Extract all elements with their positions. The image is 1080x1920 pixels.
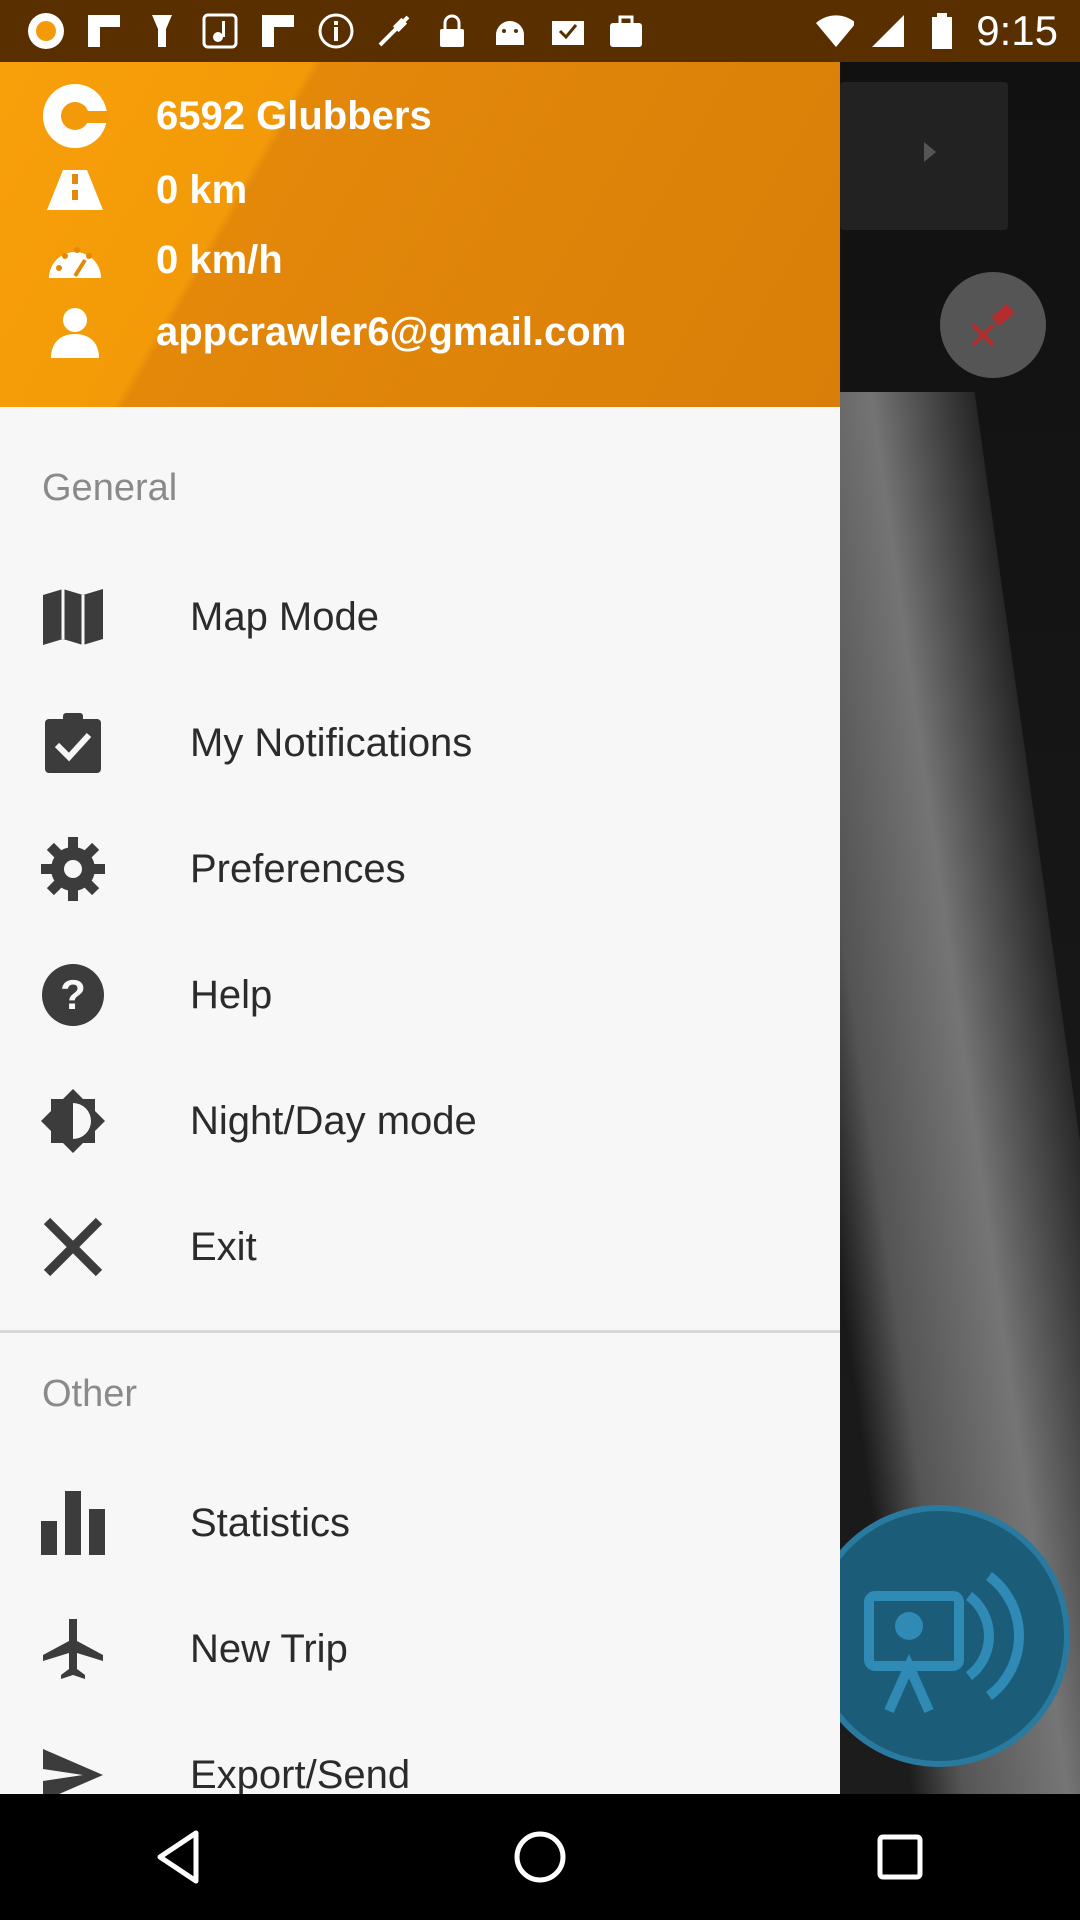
map-icon xyxy=(38,582,108,652)
speed-row: 0 km/h xyxy=(40,230,283,290)
menu-item-new-trip[interactable]: New Trip xyxy=(0,1594,840,1704)
menu-item-label: Map Mode xyxy=(190,594,379,639)
menu-item-label: Statistics xyxy=(190,1500,351,1545)
dashcam-icon xyxy=(864,1572,1024,1714)
menu-item-label: Help xyxy=(190,972,273,1017)
lock-icon xyxy=(432,11,472,51)
road-icon xyxy=(40,160,110,220)
home-button[interactable] xyxy=(490,1807,590,1907)
airplane-icon xyxy=(38,1614,108,1684)
fake-gps-icon xyxy=(374,11,414,51)
speed-text: 0 km/h xyxy=(156,237,283,282)
menu-item-export-send[interactable]: Export/Send xyxy=(0,1720,840,1794)
battery-icon xyxy=(922,11,962,51)
section-other-label: Other xyxy=(42,1373,138,1415)
email-row: appcrawler6@gmail.com xyxy=(40,302,626,362)
send-icon xyxy=(38,1740,108,1794)
menu-item-my-notifications[interactable]: My Notifications xyxy=(0,688,840,798)
email-text: appcrawler6@gmail.com xyxy=(156,309,627,354)
person-icon xyxy=(40,302,110,362)
inbox-check-icon xyxy=(548,11,588,51)
menu-item-night-day-mode[interactable]: Night/Day mode xyxy=(0,1066,840,1176)
menu-item-preferences[interactable]: Preferences xyxy=(0,814,840,924)
distance-text: 0 km xyxy=(156,167,248,212)
panel-arrow-icon xyxy=(924,142,936,162)
wifi-icon xyxy=(814,11,855,51)
menu-item-exit[interactable]: Exit xyxy=(0,1192,840,1302)
close-icon xyxy=(38,1212,108,1282)
flipboard-icon xyxy=(84,11,124,51)
help-icon: ? xyxy=(38,960,108,1030)
flashlight-icon xyxy=(142,11,182,51)
recents-button[interactable] xyxy=(850,1807,950,1907)
android-icon xyxy=(490,11,530,51)
menu-item-label: My Notifications xyxy=(190,720,473,765)
distance-row: 0 km xyxy=(40,160,247,220)
navigation-bar xyxy=(0,1794,1080,1920)
menu-item-label: Exit xyxy=(190,1224,257,1269)
menu-item-label: New Trip xyxy=(190,1626,348,1671)
speedometer-icon xyxy=(40,230,110,290)
navigation-drawer: 6592 Glubbers 0 km 0 km/h appcrawler6@gm… xyxy=(0,62,840,1794)
gps-status-button[interactable] xyxy=(940,272,1046,378)
info-icon xyxy=(316,11,356,51)
gear-icon xyxy=(38,834,108,904)
menu-item-help[interactable]: ? Help xyxy=(0,940,840,1050)
glubbers-logo-icon xyxy=(40,84,110,148)
music-icon xyxy=(200,11,240,51)
section-divider xyxy=(0,1330,840,1333)
menu-item-label: Export/Send xyxy=(190,1752,411,1795)
back-icon xyxy=(157,1830,199,1884)
points-row: 6592 Glubbers xyxy=(40,84,432,148)
svg-text:?: ? xyxy=(60,971,86,1018)
status-bar: 9:15 xyxy=(0,0,1080,62)
flipboard-icon xyxy=(258,11,298,51)
menu-item-map-mode[interactable]: Map Mode xyxy=(0,562,840,672)
drawer-header: 6592 Glubbers 0 km 0 km/h appcrawler6@gm… xyxy=(0,62,840,407)
signal-icon xyxy=(868,11,908,51)
back-button[interactable] xyxy=(130,1807,230,1907)
recents-icon xyxy=(877,1834,923,1880)
menu-item-label: Preferences xyxy=(190,846,406,891)
info-panel[interactable] xyxy=(840,82,1008,230)
camera-record-button[interactable] xyxy=(808,1505,1070,1767)
app-icon xyxy=(26,11,66,51)
home-icon xyxy=(514,1831,566,1883)
menu-item-statistics[interactable]: Statistics xyxy=(0,1468,840,1578)
section-general-label: General xyxy=(42,467,178,509)
points-text: 6592 Glubbers xyxy=(156,93,432,138)
gps-off-icon xyxy=(971,303,1015,347)
status-time: 9:15 xyxy=(976,7,1058,54)
bar-chart-icon xyxy=(38,1488,108,1558)
brightness-icon xyxy=(38,1086,108,1156)
briefcase-icon xyxy=(606,11,646,51)
menu-item-label: Night/Day mode xyxy=(190,1098,477,1143)
clipboard-check-icon xyxy=(38,708,108,778)
